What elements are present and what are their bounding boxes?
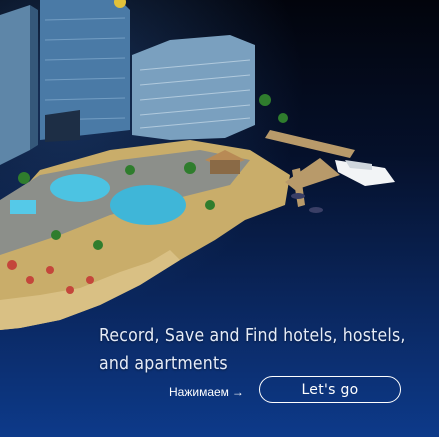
tower-left bbox=[0, 5, 30, 165]
tagline: Record, Save and Find hotels, hostels, a… bbox=[99, 326, 406, 374]
tower-right bbox=[132, 35, 255, 140]
lets-go-button[interactable]: Let's go bbox=[259, 376, 401, 403]
promo-card: Record, Save and Find hotels, hostels, a… bbox=[0, 0, 439, 437]
action-hint: Нажимаем → bbox=[169, 383, 244, 401]
pool bbox=[110, 185, 186, 225]
hint-label: Нажимаем bbox=[169, 385, 229, 399]
arrow-right-icon: → bbox=[231, 385, 244, 399]
